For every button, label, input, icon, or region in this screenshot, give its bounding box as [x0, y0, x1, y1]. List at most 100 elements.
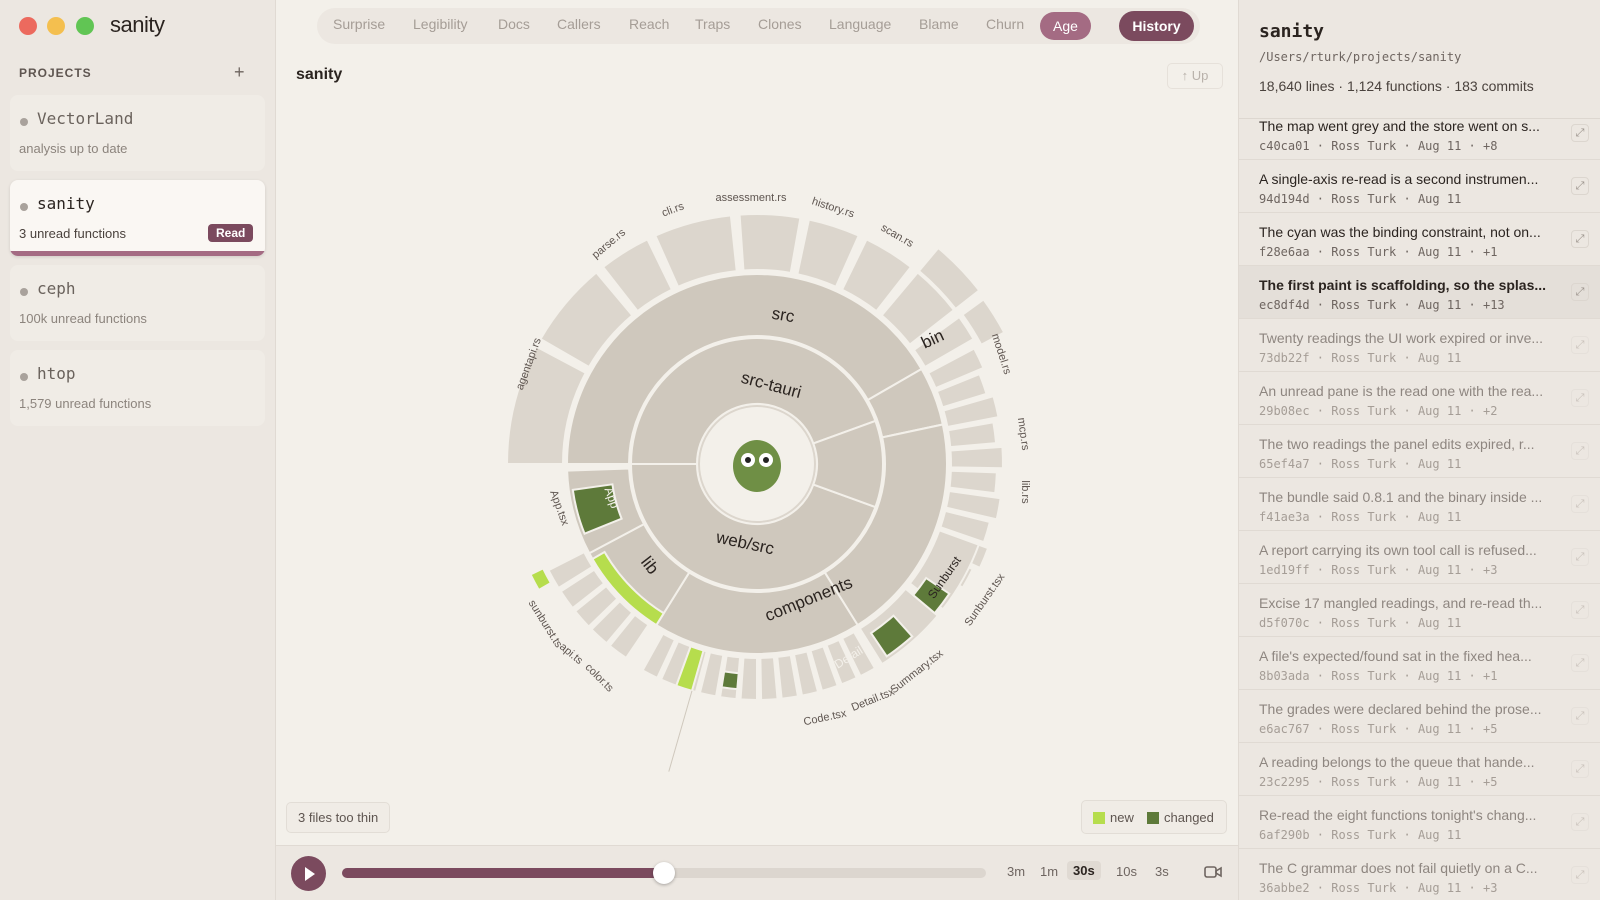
- legend-new-swatch: [1093, 812, 1105, 824]
- file-label: sunburst.ts: [526, 598, 565, 650]
- up-button[interactable]: ↑ Up: [1167, 63, 1223, 89]
- tab-traps[interactable]: Traps: [695, 16, 730, 32]
- sunburst-chart[interactable]: src-tauriweb/srcsrcbinlibcomponentsAppSu…: [276, 95, 1238, 795]
- commit-row[interactable]: The C grammar does not fail quietly on a…: [1239, 849, 1600, 900]
- tab-surprise[interactable]: Surprise: [333, 16, 385, 32]
- history-panel: sanity /Users/rturk/projects/sanity 18,6…: [1238, 0, 1600, 900]
- tab-age[interactable]: Age: [1040, 12, 1091, 40]
- commit-meta: 36abbe2 · Ross Turk · Aug 11 · +3: [1259, 881, 1498, 895]
- tab-docs[interactable]: Docs: [498, 16, 530, 32]
- file-segment[interactable]: [738, 213, 802, 275]
- history-button[interactable]: History: [1119, 11, 1194, 41]
- commit-meta: f41ae3a · Ross Turk · Aug 11: [1259, 510, 1462, 524]
- tab-language[interactable]: Language: [829, 16, 891, 32]
- expand-icon[interactable]: ⤢: [1571, 866, 1589, 884]
- speed-1m[interactable]: 1m: [1040, 864, 1058, 879]
- expand-icon[interactable]: ⤢: [1571, 654, 1589, 672]
- expand-icon[interactable]: ⤢: [1571, 336, 1589, 354]
- expand-icon[interactable]: ⤢: [1571, 495, 1589, 513]
- project-card-sanity[interactable]: sanity 3 unread functions Read: [10, 180, 265, 256]
- file-segment[interactable]: [739, 656, 758, 702]
- legend-new-label: new: [1110, 810, 1134, 825]
- main-area: Surprise Legibility Docs Callers Reach T…: [276, 0, 1238, 900]
- expand-icon[interactable]: ⤢: [1571, 230, 1589, 248]
- commit-row[interactable]: The cyan was the binding constraint, not…: [1239, 213, 1600, 266]
- timeline-handle[interactable]: [653, 862, 675, 884]
- expand-icon[interactable]: ⤢: [1571, 177, 1589, 195]
- speed-3m[interactable]: 3m: [1007, 864, 1025, 879]
- tab-callers[interactable]: Callers: [557, 16, 601, 32]
- commit-meta: 73db22f · Ross Turk · Aug 11: [1259, 351, 1462, 365]
- commit-row[interactable]: An unread pane is the read one with the …: [1239, 372, 1600, 425]
- expand-icon[interactable]: ⤢: [1571, 760, 1589, 778]
- commit-row[interactable]: A file's expected/found sat in the fixed…: [1239, 637, 1600, 690]
- project-status: analysis up to date: [19, 141, 128, 156]
- expand-icon[interactable]: ⤢: [1571, 813, 1589, 831]
- project-card-ceph[interactable]: ceph 100k unread functions: [10, 265, 265, 341]
- tab-blame[interactable]: Blame: [919, 16, 959, 32]
- commit-row[interactable]: A reading belongs to the queue that hand…: [1239, 743, 1600, 796]
- tab-clones[interactable]: Clones: [758, 16, 802, 32]
- expand-icon[interactable]: ⤢: [1571, 283, 1589, 301]
- tab-reach[interactable]: Reach: [629, 16, 669, 32]
- file-segment[interactable]: [759, 656, 779, 701]
- commit-message: Twenty readings the UI work expired or i…: [1259, 330, 1544, 346]
- commit-row[interactable]: The bundle said 0.8.1 and the binary ins…: [1239, 478, 1600, 531]
- commit-meta: 8b03ada · Ross Turk · Aug 11 · +1: [1259, 669, 1498, 683]
- commit-row[interactable]: The two readings the panel edits expired…: [1239, 425, 1600, 478]
- speed-3s[interactable]: 3s: [1155, 864, 1169, 879]
- tab-legibility[interactable]: Legibility: [413, 16, 467, 32]
- commit-meta: ec8df4d · Ross Turk · Aug 11 · +13: [1259, 298, 1505, 312]
- changed-dots[interactable]: [720, 670, 740, 691]
- play-icon[interactable]: [291, 856, 326, 891]
- speed-30s[interactable]: 30s: [1067, 861, 1101, 880]
- commit-row[interactable]: Re-read the eight functions tonight's ch…: [1239, 796, 1600, 849]
- project-card-htop[interactable]: htop 1,579 unread functions: [10, 350, 265, 426]
- read-button[interactable]: Read: [208, 224, 254, 242]
- add-project-icon[interactable]: +: [234, 62, 245, 83]
- expand-icon[interactable]: ⤢: [1571, 601, 1589, 619]
- project-status: 3 unread functions: [19, 226, 126, 241]
- close-window-button[interactable]: [19, 17, 37, 35]
- commit-row[interactable]: A report carrying its own tool call is r…: [1239, 531, 1600, 584]
- commit-row[interactable]: Twenty readings the UI work expired or i…: [1239, 319, 1600, 372]
- file-segment[interactable]: [949, 445, 1004, 470]
- expand-icon[interactable]: ⤢: [1571, 707, 1589, 725]
- commit-row[interactable]: The first paint is scaffolding, so the s…: [1239, 266, 1600, 319]
- new-file-edge[interactable]: [529, 566, 553, 592]
- expand-icon[interactable]: ⤢: [1571, 442, 1589, 460]
- project-name: VectorLand: [37, 109, 134, 128]
- commit-message: The two readings the panel edits expired…: [1259, 436, 1535, 452]
- file-label: history.rs: [810, 195, 856, 220]
- file-label: Code.tsx: [802, 707, 847, 728]
- video-camera-icon[interactable]: [1204, 865, 1222, 879]
- commit-row[interactable]: Excise 17 mangled readings, and re-read …: [1239, 584, 1600, 637]
- commit-list[interactable]: The map went grey and the store went on …: [1239, 118, 1600, 900]
- playback-bar: 3m 1m 30s 10s 3s: [276, 845, 1238, 900]
- commit-row[interactable]: The grades were declared behind the pros…: [1239, 690, 1600, 743]
- thin-files-button[interactable]: 3 files too thin: [286, 802, 391, 833]
- timeline-slider[interactable]: [342, 862, 986, 884]
- breadcrumb: sanity: [296, 66, 343, 83]
- status-dot-icon: [20, 203, 28, 211]
- status-dot-icon: [20, 288, 28, 296]
- expand-icon[interactable]: ⤢: [1571, 124, 1589, 142]
- speed-10s[interactable]: 10s: [1116, 864, 1137, 879]
- project-card-vectorland[interactable]: VectorLand analysis up to date: [10, 95, 265, 171]
- project-status: 1,579 unread functions: [19, 396, 152, 411]
- lens-tabs: Surprise Legibility Docs Callers Reach T…: [317, 8, 1200, 44]
- commit-message: The grades were declared behind the pros…: [1259, 701, 1542, 717]
- file-label: Detail.tsx: [850, 686, 897, 714]
- expand-icon[interactable]: ⤢: [1571, 548, 1589, 566]
- leader-line: [668, 690, 693, 772]
- projects-sidebar: sanity PROJECTS + VectorLand analysis up…: [0, 0, 276, 900]
- commit-message: An unread pane is the read one with the …: [1259, 383, 1544, 399]
- project-name: htop: [37, 364, 76, 383]
- commit-row[interactable]: The map went grey and the store went on …: [1239, 119, 1600, 160]
- minimize-window-button[interactable]: [47, 17, 65, 35]
- tab-churn[interactable]: Churn: [986, 16, 1024, 32]
- expand-icon[interactable]: ⤢: [1571, 389, 1589, 407]
- file-segment[interactable]: [948, 469, 998, 495]
- commit-row[interactable]: A single-axis re-read is a second instru…: [1239, 160, 1600, 213]
- maximize-window-button[interactable]: [76, 17, 94, 35]
